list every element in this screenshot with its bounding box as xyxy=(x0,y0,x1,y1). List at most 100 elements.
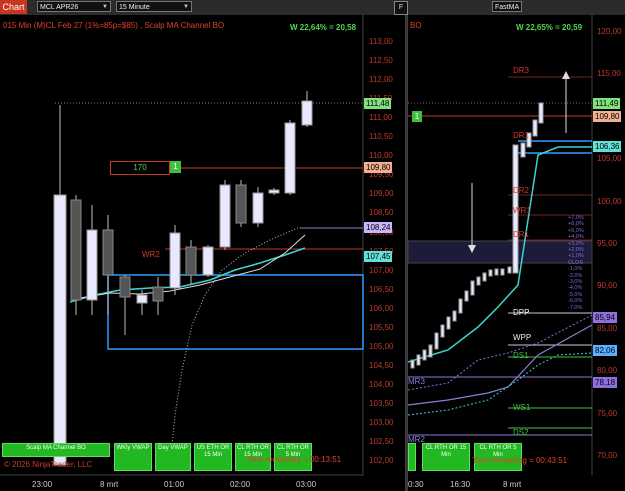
percent-scale: +7,0% +6,0% +5,0% +4,0% +3,0% +2,0% +1,0… xyxy=(568,215,584,311)
right-chart-panel[interactable]: BO W 22,65% = 20,59 120,00115,00110,0010… xyxy=(408,15,625,491)
y-tick-label: 113,00 xyxy=(369,37,393,46)
x-label: 03:00 xyxy=(296,480,317,489)
price-tag-order: 109,80 xyxy=(593,111,622,122)
y-tick-label: 70,00 xyxy=(597,451,618,460)
candle xyxy=(169,232,181,289)
left-chart-panel[interactable]: 015 Min (M)CL Feb 27 (1%=85p=$85) , Scal… xyxy=(0,15,405,491)
right-chart-canvas xyxy=(408,15,593,475)
right-instrument-selector[interactable]: FastMA xyxy=(492,1,522,12)
order-badge[interactable]: 1 xyxy=(170,161,181,173)
level-wr1: WR1 xyxy=(513,206,531,215)
candle xyxy=(102,229,114,276)
y-tick-label: 109,00 xyxy=(369,189,394,199)
x-label: 8 mrt xyxy=(100,480,119,489)
candle xyxy=(119,276,131,298)
y-tick-label: 80,00 xyxy=(597,366,618,376)
price-tag-last: 111,48 xyxy=(364,98,392,109)
x-label: 0:30 xyxy=(408,480,424,489)
y-tick-label: 75,00 xyxy=(597,408,618,418)
chart-tab[interactable]: Chart xyxy=(0,0,27,14)
left-chart-canvas xyxy=(0,15,364,476)
y-tick-label: 100,00 xyxy=(597,196,622,206)
y-tick-label: 95,00 xyxy=(597,239,618,248)
y-tick-label: 105,00 xyxy=(597,154,622,164)
y-tick-label: 112,50 xyxy=(369,56,393,66)
candle xyxy=(70,199,82,301)
toolbar: Chart MCL APR26 ▼ 15 Minute ▼ F FastMA xyxy=(0,0,625,15)
chevron-down-icon: ▼ xyxy=(102,4,108,10)
candle xyxy=(53,194,67,466)
candle xyxy=(301,100,313,126)
panel-tab-f[interactable]: F xyxy=(394,1,408,15)
price-tag-blue: 82,06 xyxy=(593,345,618,356)
order-badge[interactable]: 1 xyxy=(412,111,422,122)
chevron-down-icon: ▼ xyxy=(183,4,189,10)
y-tick-label: 105,00 xyxy=(369,341,394,351)
dotted-ma-line xyxy=(408,352,593,416)
level-dr1-b: DR1 xyxy=(513,230,530,239)
candle xyxy=(252,192,264,224)
weekly-vwap-button[interactable]: WKly VWAP xyxy=(114,443,152,471)
interval-value: 15 Minute xyxy=(119,4,150,11)
level-ds1: DS1 xyxy=(513,351,529,360)
zone-band xyxy=(408,240,593,264)
y-tick-label: 90,00 xyxy=(597,281,618,291)
time-remaining: Time remaining = 00:43:51 xyxy=(472,456,568,465)
order-quantity-box[interactable]: 170 xyxy=(110,161,170,175)
y-tick-label: 105,50 xyxy=(369,322,394,332)
or-button-partial[interactable] xyxy=(408,443,416,471)
price-tag-ma: 106,36 xyxy=(593,141,622,152)
instrument-value: MCL APR26 xyxy=(40,4,79,11)
day-vwap-button[interactable]: Day VWAP xyxy=(155,443,191,471)
x-label: 01:00 xyxy=(164,480,185,489)
y-tick-label: 106,50 xyxy=(369,284,394,294)
level-dpp: DPP xyxy=(513,308,530,317)
candle xyxy=(219,184,231,248)
y-tick-label: 104,50 xyxy=(369,360,394,370)
y-tick-label: 111,00 xyxy=(369,113,393,123)
up-arrow-icon xyxy=(562,71,570,79)
time-remaining: Time remaining = 00:13:51 xyxy=(246,455,342,464)
candle xyxy=(268,189,280,194)
candle xyxy=(86,229,98,301)
y-tick-label: 102,00 xyxy=(369,456,394,466)
chart-title: 015 Min (M)CL Feb 27 (1%=85p=$85) , Scal… xyxy=(3,21,225,30)
y-tick-label: 108,50 xyxy=(369,208,394,218)
level-wpp: WPP xyxy=(513,333,532,342)
y-tick-label: 102,50 xyxy=(369,437,394,447)
y-tick-label: 107,00 xyxy=(369,265,394,275)
y-tick-label: 112,00 xyxy=(369,75,393,85)
chart-title: BO xyxy=(410,21,422,30)
cl-rth-or15-button[interactable]: CL RTH OR 15 Min xyxy=(422,443,470,471)
interval-selector[interactable]: 15 Minute ▼ xyxy=(116,1,192,12)
price-tag-last: 111,49 xyxy=(593,98,621,109)
y-tick-label: 110,00 xyxy=(369,151,393,161)
strategy-button[interactable]: Scalp MA Channel BO xyxy=(2,443,110,457)
level-ds2: DS2 xyxy=(513,428,529,437)
level-mr3: MR3 xyxy=(408,377,425,386)
price-tag-ma: 107,45 xyxy=(364,251,393,262)
price-tag-order: 109,80 xyxy=(364,162,393,173)
level-dr2: DR2 xyxy=(513,186,530,195)
candle xyxy=(284,122,296,194)
level-dr3: DR3 xyxy=(513,66,530,75)
instrument-selector[interactable]: MCL APR26 ▼ xyxy=(37,1,111,12)
x-label: 16:30 xyxy=(450,480,471,489)
y-tick-label: 120,00 xyxy=(597,27,622,36)
win-stat: W 22,65% = 20,59 xyxy=(516,23,583,32)
candle xyxy=(136,294,148,304)
candle xyxy=(152,286,164,302)
candles xyxy=(53,91,313,466)
dashed-ma-line xyxy=(408,314,593,391)
candle xyxy=(185,246,197,276)
price-tag-purple: 85,94 xyxy=(593,312,618,323)
level-dr1: DR1 xyxy=(513,131,530,140)
y-tick-label: 103,00 xyxy=(369,418,394,427)
level-ws1: WS1 xyxy=(513,403,531,412)
us-eth-or-button[interactable]: US ETH OR 15 Min xyxy=(194,443,232,471)
win-stat: W 22,64% = 20,58 xyxy=(290,23,357,32)
opening-range-box xyxy=(107,274,364,350)
y-tick-label: 103,50 xyxy=(369,398,394,408)
candle xyxy=(235,184,247,224)
right-instrument-value: FastMA xyxy=(495,4,520,11)
